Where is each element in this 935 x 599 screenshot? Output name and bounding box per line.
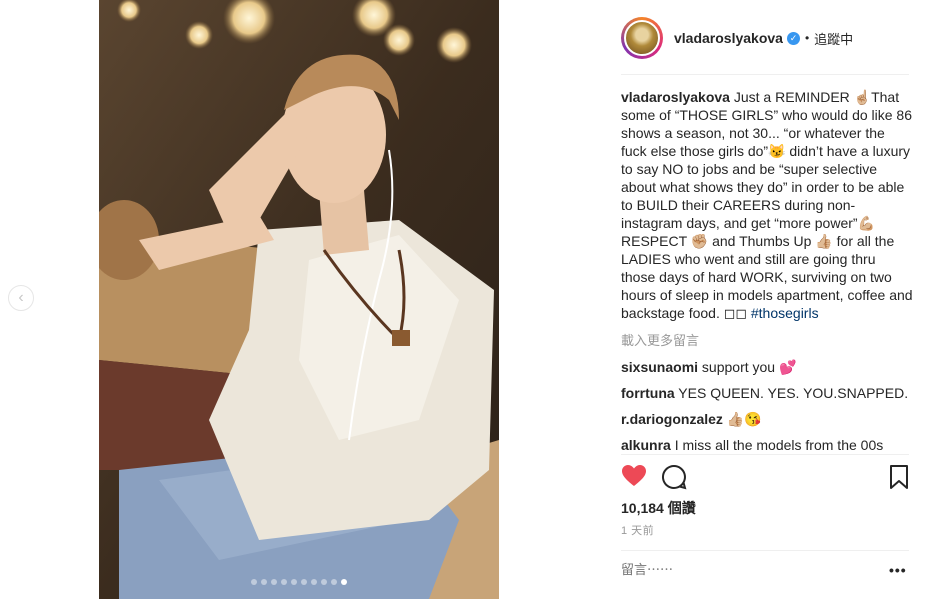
carousel-dot [331, 579, 337, 585]
comment-text: I miss all the models from the 00s [670, 437, 884, 453]
carousel-dot [311, 579, 317, 585]
comment-item: r.dariogonzalez 👍🏼😘 [621, 410, 913, 428]
comment-item: sixsunaomi support you 💕 [621, 358, 913, 376]
header-separator: • [804, 31, 810, 45]
comment-item: alkunra I miss all the models from the 0… [621, 436, 913, 454]
carousel-dot [251, 579, 257, 585]
caption-text: Just a REMINDER ☝🏼That some of “THOSE GI… [621, 89, 913, 231]
header-divider [621, 74, 909, 75]
carousel-prev-button[interactable]: ‹ [8, 285, 34, 311]
comment-username[interactable]: r.dariogonzalez [621, 411, 723, 427]
load-more-comments[interactable]: 載入更多留言 [621, 332, 913, 350]
comment-text: support you 💕 [698, 359, 797, 375]
action-bar [621, 464, 911, 492]
carousel-dot [271, 579, 277, 585]
carousel-dot [291, 579, 297, 585]
carousel-dot [261, 579, 267, 585]
post-photo[interactable] [99, 0, 499, 599]
comment-input[interactable] [621, 562, 851, 577]
comment-icon[interactable] [661, 464, 687, 495]
verified-badge-icon: ✓ [786, 31, 800, 45]
like-count[interactable]: 10,184 個讚 [621, 498, 696, 518]
more-icon[interactable]: ••• [889, 562, 907, 578]
avatar[interactable] [621, 17, 663, 59]
chevron-left-icon: ‹ [18, 289, 24, 306]
bookmark-icon[interactable] [889, 464, 909, 495]
comment-username[interactable]: forrtuna [621, 385, 675, 401]
comments-divider [621, 454, 909, 455]
carousel-dot [321, 579, 327, 585]
carousel-indicator [99, 579, 499, 585]
post-side-panel: vladaroslyakova ✓ • 追蹤中 vladaroslyakova … [499, 0, 935, 599]
following-button[interactable]: 追蹤中 [814, 29, 853, 48]
comment-text: YES QUEEN. YES. YOU.SNAPPED. [674, 385, 909, 401]
carousel-dot [341, 579, 347, 585]
comment-username[interactable]: alkunra [621, 437, 671, 453]
input-divider [621, 550, 909, 551]
hashtag-link[interactable]: #thosegirls [751, 305, 819, 321]
author-username[interactable]: vladaroslyakova [674, 30, 783, 46]
carousel-dot [301, 579, 307, 585]
carousel-dot [281, 579, 287, 585]
comments-list[interactable]: vladaroslyakova Just a REMINDER ☝🏼That s… [621, 88, 913, 454]
post-header: vladaroslyakova ✓ • 追蹤中 [621, 14, 853, 62]
post-timestamp[interactable]: 1 天前 [621, 522, 654, 538]
post-caption: vladaroslyakova Just a REMINDER ☝🏼That s… [621, 88, 913, 322]
caption-username[interactable]: vladaroslyakova [621, 89, 730, 105]
heart-icon[interactable] [621, 464, 647, 493]
photo-image [99, 0, 499, 599]
comment-item: forrtuna YES QUEEN. YES. YOU.SNAPPED. [621, 384, 913, 402]
comment-text: 👍🏼😘 [722, 411, 762, 427]
comment-username[interactable]: sixsunaomi [621, 359, 698, 375]
